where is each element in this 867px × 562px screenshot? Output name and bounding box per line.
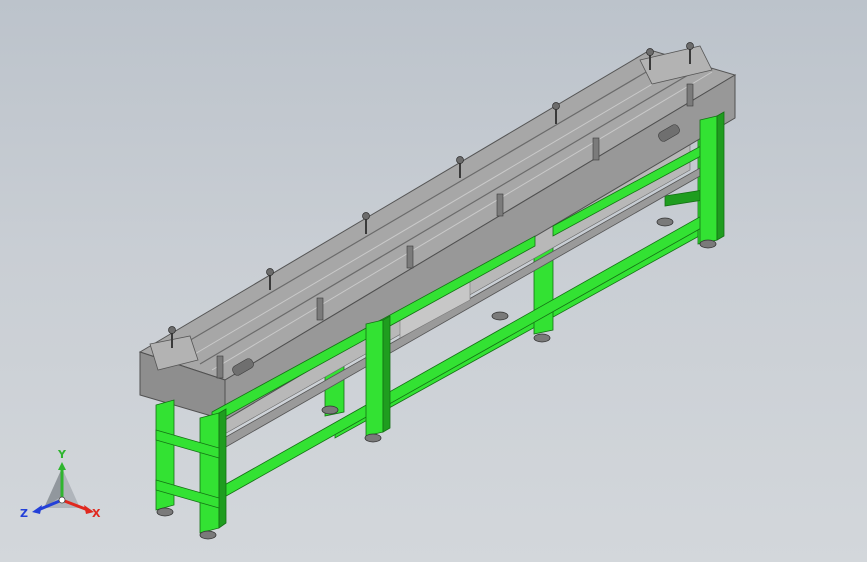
mid-leg-side [382,315,391,433]
triad-x-label: X [92,507,101,520]
leveling-foot [656,217,674,227]
mid-leg [365,319,384,437]
leveling-foot [321,405,339,415]
rail-clamp [496,193,504,217]
leveling-foot [364,433,382,443]
leveling-foot [533,333,551,343]
triad-z-label: Z [20,507,28,520]
leveling-foot [156,507,174,517]
right-leg-side [716,111,725,241]
trough-body [138,45,737,421]
leveling-foot [699,239,717,249]
cad-viewport[interactable]: Y X Z [0,0,867,562]
rail-clamp [406,245,414,269]
view-triad[interactable]: Y X Z [20,448,101,520]
rail-clamp [686,83,694,107]
leveling-foot [491,311,509,321]
rail-clamp [316,297,324,321]
triad-y-arrow [58,462,66,470]
front-leg-b-side [218,408,227,529]
triad-y-label: Y [57,448,67,461]
right-leg [699,115,718,245]
rail-clamp [592,137,600,161]
conveyor-model[interactable]: Y X Z [0,0,867,562]
rail-clamp [216,355,224,379]
front-leg-b [199,412,220,534]
leveling-foot [199,530,217,540]
triad-z-arrow [32,505,42,514]
